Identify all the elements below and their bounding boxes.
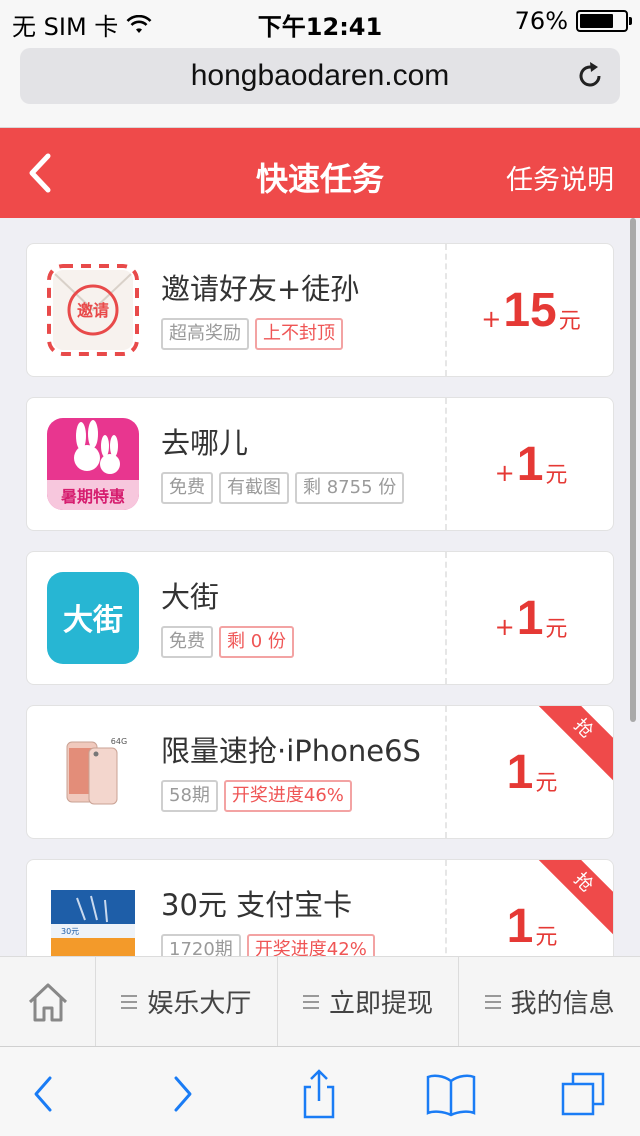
reward-amount: 1 (506, 899, 534, 953)
task-tag: 超高奖励 (161, 318, 249, 350)
iphone-icon: 64G (47, 726, 139, 818)
reward-amount: 1 (516, 437, 544, 491)
task-name: 大街 (161, 580, 220, 614)
svg-text:暑期特惠: 暑期特惠 (60, 487, 125, 506)
nav-label: 立即提现 (329, 989, 434, 1019)
browser-toolbar (0, 1046, 640, 1136)
chevron-right-icon (174, 1076, 192, 1112)
task-tags: 免费 有截图 剩 8755 份 (161, 472, 405, 504)
reward-plus: + (494, 613, 515, 641)
browser-back-button[interactable] (16, 1067, 70, 1121)
task-reward: + 15 元 (447, 244, 613, 376)
nav-label: 我的信息 (510, 989, 615, 1019)
task-card-dajie[interactable]: 大街 大街 免费 剩 0 份 + 1 元 (26, 551, 614, 685)
task-tags: 58期 开奖进度46% (161, 780, 352, 812)
home-button[interactable] (0, 957, 96, 1046)
nav-entertainment-hall[interactable]: 娱乐大厅 (96, 957, 278, 1046)
task-name: 邀请好友+徒孙 (161, 272, 360, 306)
reward-unit: 元 (535, 771, 558, 796)
task-card-invite[interactable]: 邀请 邀请好友+徒孙 超高奖励 上不封顶 + 15 元 (26, 243, 614, 377)
menu-icon (484, 994, 501, 1009)
svg-text:邀请: 邀请 (77, 301, 109, 320)
home-icon (28, 983, 67, 1021)
reward-amount: 15 (503, 283, 557, 337)
svg-text:大街: 大街 (63, 603, 123, 638)
reward-amount: 1 (516, 591, 544, 645)
task-help-link[interactable]: 任务说明 (506, 158, 614, 197)
task-reward: + 1 元 (447, 552, 613, 684)
reward-unit: 元 (545, 463, 568, 488)
bookmarks-button[interactable] (424, 1067, 478, 1121)
app-bottom-nav: 娱乐大厅 立即提现 我的信息 (0, 956, 640, 1046)
browser-forward-button[interactable] (156, 1067, 210, 1121)
task-tag: 上不封顶 (255, 318, 343, 350)
task-tags: 超高奖励 上不封顶 (161, 318, 343, 350)
task-tag: 开奖进度42% (246, 934, 375, 956)
nav-label: 娱乐大厅 (147, 989, 252, 1019)
reward-unit: 元 (558, 309, 581, 334)
tabs-button[interactable] (556, 1067, 610, 1121)
url-text: hongbaodaren.com (190, 59, 450, 92)
nav-my-info[interactable]: 我的信息 (459, 957, 640, 1046)
task-tags: 免费 剩 0 份 (161, 626, 294, 658)
task-tag: 免费 (161, 472, 213, 504)
task-card-alipay[interactable]: 30元 30元 支付宝卡 1720期 开奖进度42% 1 元 抢 (26, 859, 614, 956)
battery-icon (576, 10, 632, 32)
task-tag: 剩 0 份 (219, 626, 294, 658)
task-name: 去哪儿 (161, 426, 249, 460)
invite-envelope-icon: 邀请 (47, 264, 139, 356)
qunar-rabbit-icon: 暑期特惠 (47, 418, 139, 510)
share-button[interactable] (292, 1067, 346, 1121)
address-bar[interactable]: hongbaodaren.com (20, 48, 620, 104)
task-tag: 有截图 (219, 472, 289, 504)
reward-plus: + (494, 459, 515, 487)
menu-icon (303, 994, 319, 1009)
task-tag: 1720期 (161, 934, 241, 956)
reward-unit: 元 (535, 925, 558, 950)
task-name: 30元 支付宝卡 (161, 888, 353, 922)
browser-address-area: hongbaodaren.com (0, 40, 640, 128)
svg-text:64G: 64G (111, 737, 127, 746)
nav-withdraw[interactable]: 立即提现 (278, 957, 460, 1046)
share-icon (303, 1069, 335, 1119)
task-tags: 1720期 开奖进度42% (161, 934, 375, 956)
reload-icon[interactable] (574, 60, 606, 92)
tabs-icon (561, 1072, 605, 1116)
reward-plus: + (481, 305, 502, 333)
reward-unit: 元 (545, 617, 568, 642)
task-card-iphone[interactable]: 64G 限量速抢·iPhone6S 58期 开奖进度46% 1 元 抢 (26, 705, 614, 839)
task-tag: 开奖进度46% (223, 780, 352, 812)
status-bar: 无 SIM 卡 下午12:41 76% (0, 0, 640, 41)
task-tag: 58期 (161, 780, 218, 812)
svg-text:30元: 30元 (61, 927, 79, 936)
task-name: 限量速抢·iPhone6S (161, 734, 421, 768)
alipay-card-icon: 30元 (47, 880, 139, 956)
menu-icon (121, 994, 138, 1009)
battery-percent: 76% (514, 7, 568, 35)
task-tag: 免费 (161, 626, 213, 658)
task-reward: + 1 元 (447, 398, 613, 530)
page-header: 快速任务 任务说明 (0, 128, 640, 218)
task-list: 邀请 邀请好友+徒孙 超高奖励 上不封顶 + 15 元 暑期特惠 去哪儿 免费 … (0, 218, 640, 956)
task-tag: 剩 8755 份 (295, 472, 405, 504)
dajie-icon: 大街 (47, 572, 139, 664)
reward-amount: 1 (506, 745, 534, 799)
chevron-left-icon (34, 1076, 52, 1112)
scrollbar[interactable] (630, 218, 636, 722)
task-card-qunar[interactable]: 暑期特惠 去哪儿 免费 有截图 剩 8755 份 + 1 元 (26, 397, 614, 531)
book-icon (426, 1074, 476, 1117)
